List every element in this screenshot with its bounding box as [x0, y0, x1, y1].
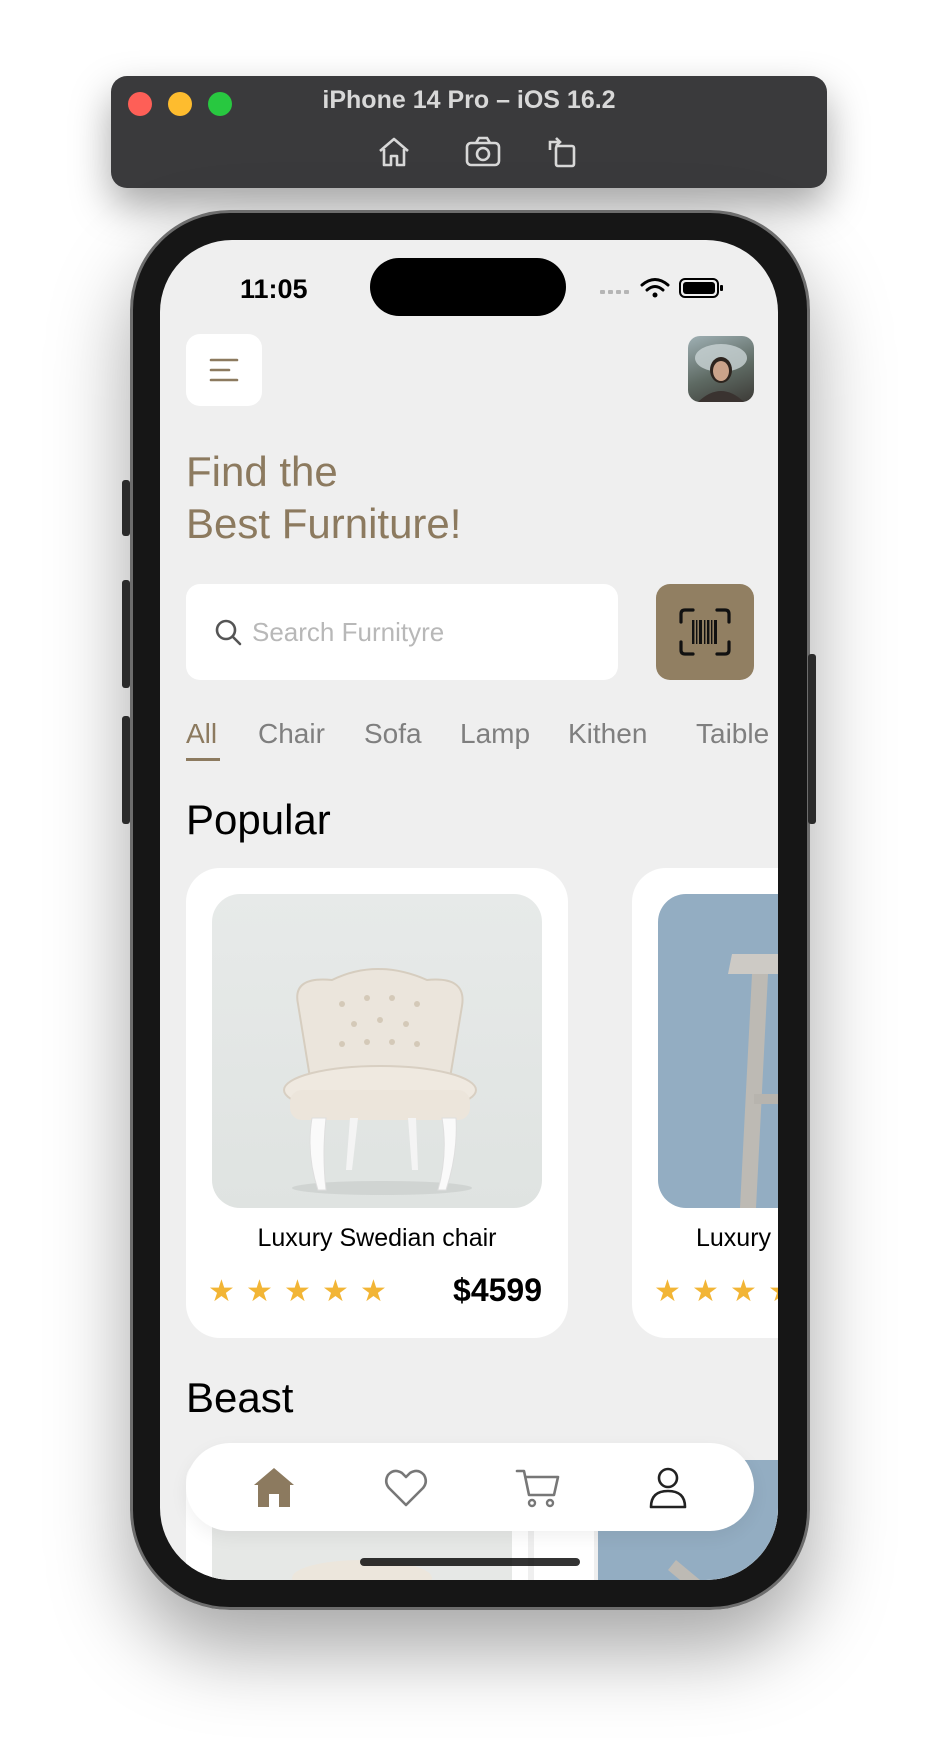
star-icon: ★ — [322, 1275, 349, 1308]
product-card[interactable]: Luxury ★ ★ ★ ★ — [632, 868, 778, 1338]
star-icon: ★ — [208, 1275, 235, 1308]
status-icons — [600, 278, 723, 298]
mute-switch — [122, 480, 130, 536]
search-input[interactable] — [252, 610, 592, 654]
status-time: 11:05 — [240, 274, 308, 304]
product-price: $4599 — [453, 1272, 542, 1308]
star-icon: ★ — [692, 1275, 719, 1308]
home-indicator[interactable] — [360, 1558, 580, 1566]
home-icon[interactable] — [374, 134, 414, 170]
star-icon: ★ — [730, 1275, 757, 1308]
search-bar[interactable] — [186, 584, 618, 680]
user-icon[interactable] — [644, 1463, 692, 1511]
avatar[interactable] — [688, 336, 754, 402]
menu-button[interactable] — [186, 334, 262, 406]
simulator-title: iPhone 14 Pro – iOS 16.2 — [322, 86, 616, 114]
star-icon: ★ — [768, 1274, 778, 1309]
power-button — [808, 654, 816, 824]
chair-illustration — [283, 968, 477, 1195]
product-image — [658, 894, 778, 1208]
app-screen: 11:05 Find the Best Furniture! Search Fu… — [160, 240, 778, 1580]
home-icon[interactable] — [250, 1463, 298, 1511]
product-image — [212, 894, 542, 1208]
user-photo — [695, 344, 747, 402]
category-tabs: All Chair Sofa Lamp Kithen Taible — [186, 718, 778, 768]
stool-illustration — [728, 954, 778, 1208]
screenshot-icon[interactable] — [463, 134, 503, 170]
rotate-icon[interactable] — [542, 134, 582, 170]
wifi-icon — [640, 278, 670, 298]
heart-icon[interactable] — [382, 1463, 430, 1511]
bottom-tab-bar — [186, 1443, 754, 1531]
tab-sofa[interactable]: Sofa — [364, 718, 422, 750]
barcode-scan-button[interactable] — [656, 584, 754, 680]
product-name: Luxury — [696, 1224, 772, 1252]
barcode-scan-icon — [679, 608, 731, 656]
headline-line-1: Find the — [186, 448, 338, 495]
star-icon: ★ — [284, 1275, 311, 1308]
star-icon: ★ — [360, 1275, 387, 1308]
tab-all[interactable]: All — [186, 718, 217, 750]
best-section-title: Beast — [186, 1374, 294, 1421]
menu-icon — [209, 358, 239, 382]
tab-lamp[interactable]: Lamp — [460, 718, 530, 750]
active-tab-underline — [186, 758, 220, 761]
tab-kithen[interactable]: Kithen — [568, 718, 647, 750]
tab-chair[interactable]: Chair — [258, 718, 325, 750]
tab-taible[interactable]: Taible — [696, 718, 769, 750]
volume-up-button — [122, 580, 130, 688]
product-card[interactable]: Luxury Swedian chair ★ ★ ★ ★ ★ $4599 — [186, 868, 568, 1338]
popular-section-title: Popular — [186, 796, 331, 843]
volume-down-button — [122, 716, 130, 824]
star-icon: ★ — [246, 1275, 273, 1308]
search-icon — [215, 619, 242, 646]
battery-icon — [679, 278, 723, 298]
product-name: Luxury Swedian chair — [257, 1224, 497, 1252]
page-headline: Find the Best Furniture! — [186, 446, 461, 550]
dynamic-island — [370, 258, 566, 316]
headline-line-2: Best Furniture! — [186, 500, 462, 547]
star-icon: ★ — [654, 1275, 681, 1308]
cart-icon[interactable] — [514, 1463, 562, 1511]
cellular-signal-icon — [600, 290, 629, 294]
